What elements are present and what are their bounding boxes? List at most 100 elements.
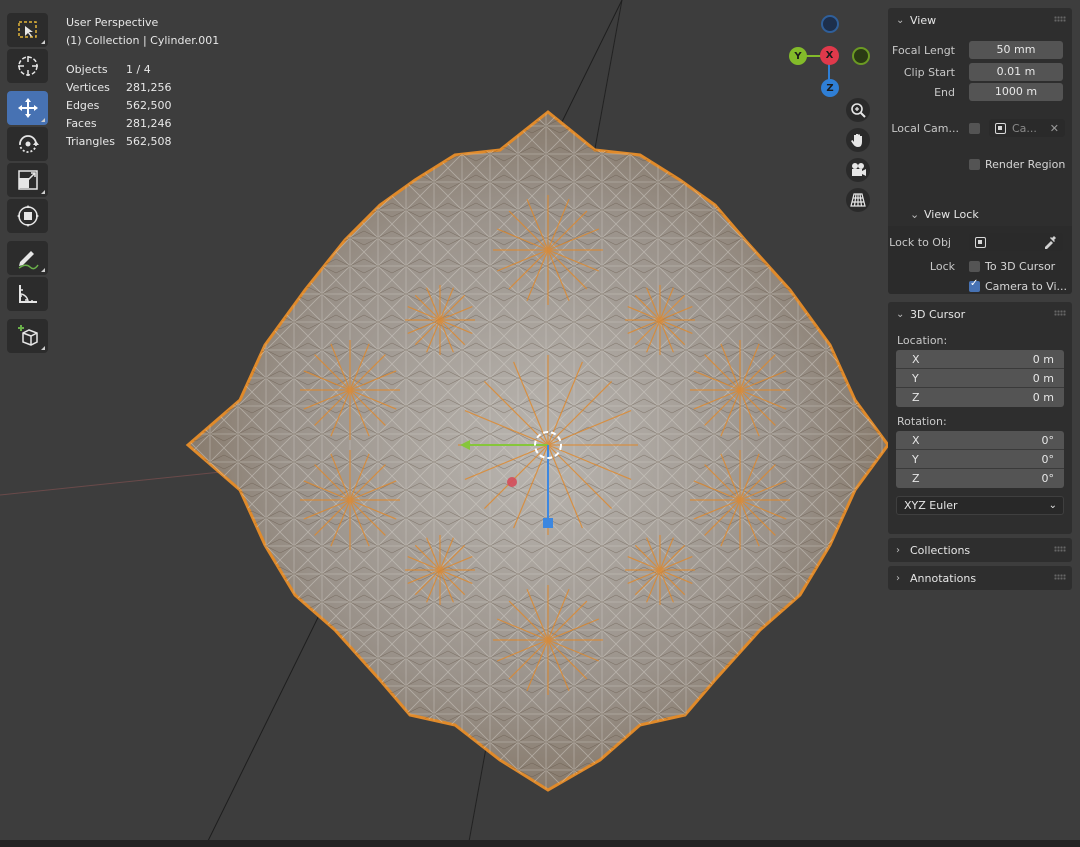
camera-to-view-label: Camera to Vi... — [985, 279, 1068, 293]
view-panel-header[interactable]: ⌄ View — [888, 8, 1072, 32]
select-box-icon — [17, 21, 37, 38]
camera-to-view-row: Camera to Vi... — [888, 276, 1072, 296]
pan-button[interactable] — [846, 128, 870, 152]
stat-value: 281,256 — [126, 81, 172, 94]
hand-icon — [851, 134, 862, 147]
drag-handle-icon[interactable] — [1054, 574, 1066, 580]
view-lock-panel: ⌄ View Lock Lock to Obj Lock To 3D Curso… — [888, 202, 1072, 294]
eyedropper-icon[interactable] — [1043, 235, 1057, 249]
stat-value: 562,500 — [126, 99, 172, 112]
drag-handle-icon[interactable] — [1054, 546, 1066, 552]
status-bar — [0, 840, 1080, 847]
clear-icon[interactable]: ✕ — [1050, 122, 1059, 135]
panel-title: View Lock — [924, 207, 979, 221]
gizmo-neg-y[interactable] — [852, 47, 870, 65]
rotation-z-field[interactable]: Z 0° — [896, 469, 1064, 488]
local-camera-object-field[interactable]: Ca... ✕ — [989, 119, 1065, 137]
lock-to-object-row: Lock to Obj — [888, 232, 1072, 252]
stat-label: Edges — [66, 99, 100, 112]
location-vector: X0 m Y0 m Z0 m — [896, 350, 1064, 407]
gizmo-y-axis[interactable]: Y — [789, 47, 807, 65]
scale-tool[interactable] — [7, 163, 48, 197]
3d-cursor-panel-header[interactable]: ⌄ 3D Cursor — [888, 302, 1072, 326]
lock-label: Lock — [929, 259, 955, 273]
lock-to-object-label: Lock to Obj — [889, 235, 951, 249]
zoom-icon — [851, 103, 866, 118]
select-box-tool[interactable] — [7, 13, 48, 47]
location-z-field[interactable]: Z0 m — [896, 388, 1064, 407]
rotate-tool[interactable] — [7, 127, 48, 161]
focal-length-field[interactable]: 50 mm — [969, 41, 1063, 59]
panel-title: Annotations — [910, 571, 977, 585]
clip-end-field[interactable]: 1000 m — [969, 83, 1063, 101]
chevron-right-icon: › — [896, 572, 900, 584]
local-camera-checkbox[interactable] — [969, 122, 980, 134]
grid-perspective-icon — [850, 193, 866, 207]
lock-to-cursor-row: Lock To 3D Cursor — [888, 256, 1072, 276]
stat-value: 281,246 — [126, 117, 172, 130]
chevron-down-icon: ⌄ — [910, 207, 920, 221]
add-cube-tool[interactable] — [7, 319, 48, 353]
lock-to-3d-cursor-checkbox[interactable] — [969, 260, 980, 272]
location-y-field[interactable]: Y0 m — [896, 369, 1064, 388]
perspective-toggle-button[interactable] — [846, 188, 870, 212]
view-name: User Perspective — [66, 16, 159, 29]
clip-start-field[interactable]: 0.01 m — [969, 63, 1063, 81]
render-region-checkbox[interactable] — [969, 158, 980, 170]
render-region-label: Render Region — [985, 157, 1066, 171]
move-tool[interactable] — [7, 91, 48, 125]
rotation-mode-dropdown[interactable]: XYZ Euler ⌄ — [896, 496, 1064, 515]
chevron-right-icon: › — [896, 544, 900, 556]
collection-path: (1) Collection | Cylinder.001 — [66, 34, 220, 47]
transform-icon — [16, 205, 39, 227]
stat-label: Faces — [66, 117, 97, 130]
chevron-down-icon: ⌄ — [896, 308, 905, 320]
lock-to-object-field[interactable] — [969, 233, 1063, 251]
view-lock-header[interactable]: ⌄ View Lock — [888, 202, 1072, 226]
3d-cursor-panel: ⌄ 3D Cursor Location: X0 m Y0 m Z0 m Rot… — [888, 302, 1072, 534]
annotations-panel-header[interactable]: › Annotations — [888, 566, 1072, 590]
view-panel: ⌄ View Focal Lengt 50 mm Clip Start 0.01… — [888, 8, 1072, 210]
stat-value: 1 / 4 — [126, 63, 151, 76]
rotate-icon — [18, 135, 39, 153]
local-camera-row: Local Cam... Ca... ✕ — [888, 118, 1072, 138]
focal-length-label: Focal Lengt — [892, 43, 955, 57]
gizmo-neg-z[interactable] — [821, 15, 839, 33]
drag-handle-icon[interactable] — [1054, 310, 1066, 316]
cursor-icon — [17, 56, 38, 76]
annotate-tool[interactable] — [7, 241, 48, 275]
rotation-x-field[interactable]: X 0° — [896, 431, 1064, 450]
stat-label: Triangles — [66, 135, 115, 148]
cursor-tool[interactable] — [7, 49, 48, 83]
rotation-mode-value: XYZ Euler — [904, 499, 958, 512]
panel-title: View — [910, 13, 937, 27]
stat-label: Objects — [66, 63, 108, 76]
rotation-vector: X 0° Y 0° Z 0° — [896, 431, 1064, 488]
collections-panel-header[interactable]: › Collections — [888, 538, 1072, 562]
measure-tool[interactable] — [7, 277, 48, 311]
zoom-button[interactable] — [846, 98, 870, 122]
local-camera-label: Local Cam... — [891, 121, 959, 135]
annotations-panel: › Annotations — [888, 566, 1072, 590]
camera-to-view-checkbox[interactable] — [969, 278, 980, 292]
transform-tool[interactable] — [7, 199, 48, 233]
clip-end-row: End 1000 m — [888, 82, 1072, 102]
object-icon — [995, 122, 1006, 134]
drag-handle-icon[interactable] — [1054, 16, 1066, 22]
camera-view-button[interactable] — [846, 158, 870, 182]
fractal-mesh-object — [185, 110, 890, 792]
gizmo-z-axis[interactable]: Z — [821, 79, 839, 97]
viewport-info-overlay: User Perspective (1) Collection | Cylind… — [66, 14, 219, 151]
stat-value: 562,508 — [126, 135, 172, 148]
stat-label: Vertices — [66, 81, 110, 94]
location-x-field[interactable]: X0 m — [896, 350, 1064, 369]
measure-icon — [18, 285, 37, 303]
panel-title: Collections — [910, 543, 971, 557]
floor-grid-line — [0, 469, 241, 496]
move-icon — [17, 98, 38, 118]
rotation-y-field[interactable]: Y 0° — [896, 450, 1064, 469]
properties-sidebar: ⌄ View Focal Lengt 50 mm Clip Start 0.01… — [888, 8, 1072, 838]
render-region-row: Render Region — [888, 154, 1072, 174]
gizmo-x-axis[interactable]: X — [820, 46, 839, 65]
clip-start-row: Clip Start 0.01 m — [888, 62, 1072, 82]
